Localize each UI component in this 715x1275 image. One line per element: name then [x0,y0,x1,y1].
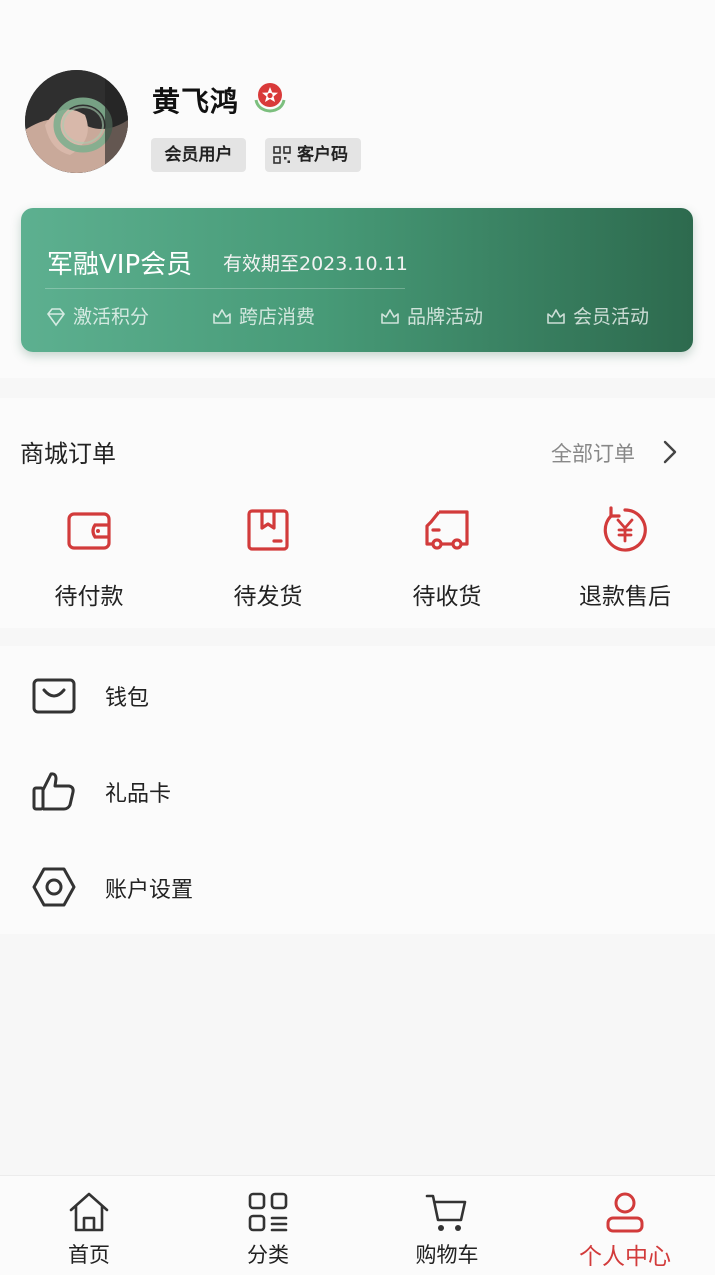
tab-cart[interactable]: 购物车 [377,1176,517,1275]
vip-perk-brand[interactable]: 品牌活动 [379,304,483,330]
tab-label: 首页 [68,1243,110,1267]
vip-badge-icon [254,83,286,113]
menu-list: 钱包 礼品卡 账户设置 [0,646,715,934]
order-label: 退款售后 [579,584,671,610]
order-pending-shipment[interactable]: 待发货 [208,506,328,610]
vip-card[interactable]: 军融VIP会员 有效期至2023.10.11 激活积分 跨店消费 品牌活动 会员… [21,208,693,352]
vip-expiry: 有效期至2023.10.11 [223,253,408,275]
truck-icon [425,510,469,550]
order-pending-payment[interactable]: 待付款 [29,506,149,610]
orders-title: 商城订单 [20,440,116,468]
vip-perk-member[interactable]: 会员活动 [545,304,649,330]
crown-icon [547,309,565,324]
user-icon [606,1192,644,1233]
menu-label: 礼品卡 [105,782,172,807]
customer-code-button[interactable]: 客户码 [265,138,361,172]
menu-item-wallet[interactable]: 钱包 [0,646,715,742]
tab-home[interactable]: 首页 [19,1176,159,1275]
vip-perk-label: 跨店消费 [239,306,316,328]
crown-icon [381,309,399,324]
refund-icon [603,506,647,552]
bag-icon [32,678,76,714]
qr-code-icon [273,146,291,164]
vip-perk-label: 会员活动 [573,306,650,328]
order-label: 待付款 [54,584,124,610]
hexagon-settings-icon [32,867,76,907]
all-orders-link[interactable]: 全部订单 [551,438,635,468]
menu-item-account-settings[interactable]: 账户设置 [0,838,715,934]
menu-label: 账户设置 [105,878,194,903]
vip-perk-cross-store[interactable]: 跨店消费 [211,304,315,330]
home-icon [69,1192,109,1232]
orders-section: 商城订单 全部订单 待付款 待发货 待收货 退款售后 [0,398,715,628]
chevron-right-icon[interactable] [660,438,680,466]
wallet-icon [67,512,111,550]
tab-label: 购物车 [415,1243,479,1267]
grid-icon [248,1192,288,1232]
tab-label: 分类 [247,1243,289,1267]
customer-code-label: 客户码 [297,145,348,165]
vip-title: 军融VIP会员 [47,250,193,280]
package-icon [247,509,289,551]
tab-profile[interactable]: 个人中心 [555,1176,695,1275]
order-label: 待发货 [233,584,303,610]
cart-icon [425,1194,467,1231]
vip-perk-points[interactable]: 激活积分 [45,304,149,330]
crown-icon [213,309,231,324]
tab-label: 个人中心 [579,1244,671,1270]
avatar[interactable] [25,70,128,173]
diamond-icon [46,308,66,327]
tab-category[interactable]: 分类 [198,1176,338,1275]
menu-item-gift-card[interactable]: 礼品卡 [0,742,715,838]
vip-divider [45,288,405,289]
order-label: 待收货 [412,584,482,610]
thumbs-up-icon [32,772,75,811]
vip-perk-label: 品牌活动 [407,306,484,328]
profile-header: 黄飞鸿 会员用户 客户码 军融VIP会员 有效期至2023.10.11 激活积分… [0,0,715,378]
bottom-tab-bar: 首页 分类 购物车 个人中心 [0,1175,715,1275]
member-tag: 会员用户 [151,138,246,172]
user-name: 黄飞鸿 [152,85,240,118]
vip-perk-label: 激活积分 [73,306,150,328]
menu-label: 钱包 [105,686,150,711]
order-pending-receipt[interactable]: 待收货 [387,506,507,610]
order-refund[interactable]: 退款售后 [565,506,685,610]
